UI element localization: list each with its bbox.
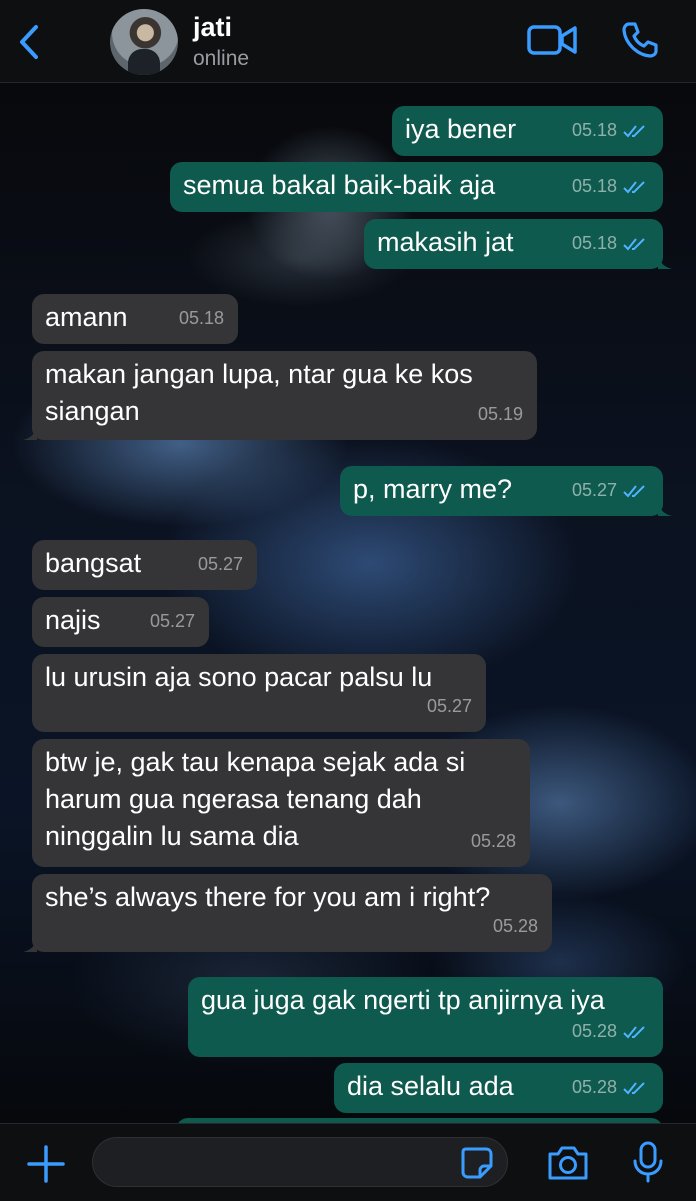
avatar[interactable] (110, 9, 178, 75)
message-text: makan jangan lupa, ntar gua ke kos siang… (45, 359, 473, 426)
message-meta: 05.27 (427, 688, 472, 725)
message-text: lu urusin aja sono pacar palsu lu (45, 662, 433, 692)
message-meta: 05.18 (572, 168, 649, 205)
double-check-icon (623, 1025, 645, 1038)
message-meta: 05.27 (572, 472, 649, 509)
camera-icon[interactable] (546, 1144, 590, 1182)
message-bubble[interactable]: amann 05.18 (32, 294, 238, 344)
message-time: 05.27 (149, 611, 195, 631)
message-meta: 05.28 (471, 823, 516, 860)
message-meta: 05.18 (572, 112, 649, 149)
double-check-icon (623, 180, 645, 193)
message-time: 05.28 (571, 1077, 617, 1097)
bubble-tail (658, 502, 672, 516)
message-meta: 05.28 (572, 1069, 649, 1106)
phone-icon[interactable] (620, 20, 660, 60)
message-meta: 05.27 (198, 546, 243, 583)
message-input[interactable] (92, 1137, 508, 1187)
message-time: 05.28 (492, 916, 538, 936)
message-time: 05.27 (197, 554, 243, 574)
message-time: 05.18 (571, 233, 617, 253)
bubble-tail (658, 255, 672, 269)
message-bubble[interactable]: gua juga gak ngerti tp anjirnya iya 05.2… (188, 977, 663, 1057)
double-check-icon (623, 1081, 645, 1094)
message-meta: 05.19 (478, 396, 523, 433)
message-time: 05.18 (178, 308, 224, 328)
chat-area[interactable]: iya bener 05.18 semua bakal baik-baik aj… (0, 83, 696, 1123)
message-bubble[interactable]: makasih jat 05.18 (364, 219, 672, 269)
message-meta: 05.28 (493, 908, 538, 945)
message-meta: 05.18 (179, 300, 224, 337)
message-bubble[interactable]: lu urusin aja sono pacar palsu lu 05.27 (32, 654, 486, 732)
message-time: 05.19 (477, 404, 523, 424)
plus-icon[interactable] (26, 1144, 66, 1184)
message-time: 05.27 (426, 696, 472, 716)
double-check-icon (623, 124, 645, 137)
message-input-bar (0, 1123, 696, 1201)
message-bubble[interactable]: semua bakal baik-baik aja 05.18 (170, 162, 663, 212)
microphone-icon[interactable] (630, 1140, 666, 1184)
sticker-icon[interactable] (460, 1146, 494, 1180)
message-bubble[interactable]: iya bener 05.18 (392, 106, 663, 156)
bubble-tail (23, 426, 37, 440)
message-meta: 05.18 (572, 225, 649, 262)
message-bubble[interactable]: bangsat 05.27 (32, 540, 257, 590)
double-check-icon (623, 237, 645, 250)
message-time: 05.28 (470, 831, 516, 851)
message-time: 05.18 (571, 176, 617, 196)
bubble-tail (23, 938, 37, 952)
message-bubble[interactable]: dia selalu ada 05.28 (334, 1063, 663, 1113)
message-time: 05.28 (571, 1021, 617, 1041)
message-bubble[interactable]: p, marry me? 05.27 (340, 466, 672, 516)
message-time: 05.18 (571, 120, 617, 140)
message-text: she’s always there for you am i right? (45, 882, 491, 912)
message-bubble[interactable]: najis 05.27 (32, 597, 209, 647)
double-check-icon (623, 484, 645, 497)
message-bubble[interactable]: btw je, gak tau kenapa sejak ada si haru… (32, 739, 530, 867)
video-call-icon[interactable] (526, 22, 578, 58)
contact-name[interactable]: jati (193, 12, 232, 43)
message-text: btw je, gak tau kenapa sejak ada si haru… (45, 747, 466, 851)
message-time: 05.27 (571, 480, 617, 500)
message-bubble[interactable]: she’s always there for you am i right? 0… (23, 874, 552, 952)
back-chevron-icon[interactable] (14, 22, 46, 62)
message-meta: 05.28 (572, 1013, 649, 1050)
message-meta: 05.27 (150, 603, 195, 640)
contact-status: online (193, 47, 250, 70)
message-bubble[interactable]: makan jangan lupa, ntar gua ke kos siang… (23, 351, 537, 440)
chat-header: jati online (0, 0, 696, 83)
